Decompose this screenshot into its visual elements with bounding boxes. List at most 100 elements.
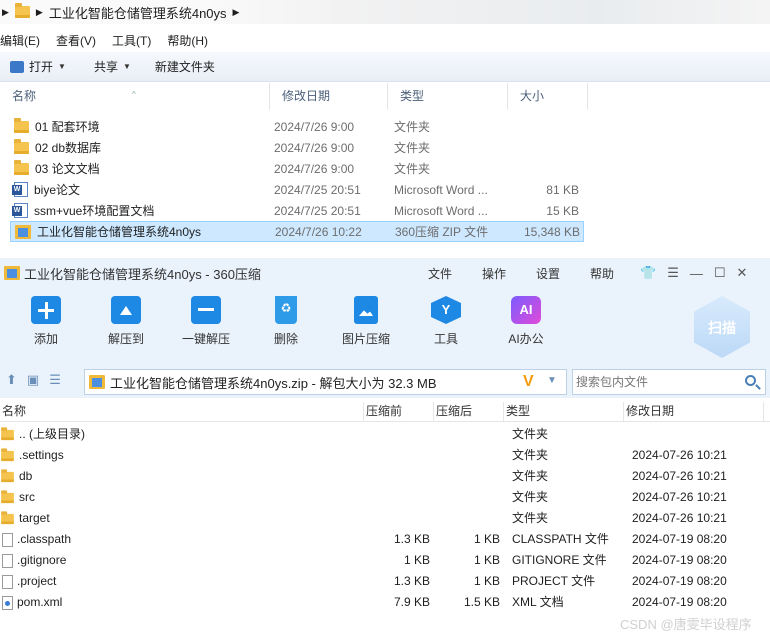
list-item[interactable]: 03 论文文档 2024/7/26 9:00 文件夹 [10, 158, 584, 179]
menu-operate[interactable]: 操作 [480, 265, 534, 282]
list-item-selected[interactable]: 工业化智能仓储管理系统4n0ys 2024/7/26 10:22 360压缩 Z… [10, 221, 584, 242]
item-type: Microsoft Word ... [394, 203, 488, 218]
table-row[interactable]: pom.xml 7.9 KB 1.5 KB XML 文档 2024-07-19 … [0, 592, 770, 613]
item-type: Microsoft Word ... [394, 182, 488, 197]
item-name: 03 论文文档 [35, 162, 100, 176]
list-item[interactable]: 02 db数据库 2024/7/26 9:00 文件夹 [10, 137, 584, 158]
column-type[interactable]: 类型 [388, 83, 508, 110]
entry-name: src [19, 490, 35, 504]
chevron-down-icon: ▼ [58, 62, 66, 71]
entry-after: 1 KB [473, 553, 500, 567]
maximize-button[interactable]: ☐ [714, 265, 726, 281]
item-name: biye论文 [34, 183, 81, 197]
column-before[interactable]: 压缩前 [364, 402, 434, 422]
image-compress-button[interactable]: 图片压缩 [334, 296, 398, 347]
table-row[interactable]: .. (上级目录) 文件夹 [0, 424, 770, 445]
command-bar: 打开 ▼ 共享 ▼ 新建文件夹 [0, 52, 770, 82]
list-item[interactable]: ssm+vue环境配置文档 2024/7/25 20:51 Microsoft … [10, 200, 584, 221]
open-icon [10, 60, 24, 73]
file-icon [2, 532, 13, 547]
archive-path-text: 工业化智能仓储管理系统4n0ys.zip - 解包大小为 32.3 MB [110, 375, 437, 391]
folder-icon [14, 159, 29, 175]
item-type: 文件夹 [394, 120, 431, 134]
share-button[interactable]: 共享 ▼ [84, 58, 141, 75]
archive-path-field[interactable]: 工业化智能仓储管理系统4n0ys.zip - 解包大小为 32.3 MB V ▼ [84, 369, 567, 395]
address-bar[interactable]: ▶ ▶ 工业化智能仓储管理系统4n0ys ▶ [0, 0, 770, 24]
close-button[interactable]: ✕ [737, 265, 748, 281]
table-row[interactable]: target 文件夹 2024-07-26 10:21 [0, 508, 770, 529]
folder-icon [14, 3, 30, 18]
add-button[interactable]: 添加 [14, 296, 78, 347]
menu-bar: 编辑(E) 查看(V) 工具(T) 帮助(H) [0, 30, 770, 50]
menu-file[interactable]: 文件 [426, 265, 480, 282]
item-size: 81 KB [546, 182, 579, 197]
entry-name: db [19, 469, 33, 483]
tools-button[interactable]: 工具 [414, 296, 478, 347]
ai-office-button[interactable]: AI办公 [494, 296, 558, 347]
column-size-label: 大小 [520, 89, 545, 103]
entry-after: 1 KB [473, 574, 500, 588]
item-type: 文件夹 [394, 141, 431, 155]
table-row[interactable]: .settings 文件夹 2024-07-26 10:21 [0, 445, 770, 466]
zip-icon [89, 375, 105, 389]
menu-settings[interactable]: 设置 [534, 265, 588, 282]
item-type: 360压缩 ZIP 文件 [395, 225, 489, 239]
list-view-icon[interactable]: ☰ [49, 372, 61, 388]
open-button[interactable]: 打开 ▼ [0, 58, 76, 75]
table-row[interactable]: src 文件夹 2024-07-26 10:21 [0, 487, 770, 508]
thumbnail-view-icon[interactable]: ▣ [27, 372, 39, 388]
menu-edit[interactable]: 编辑(E) [0, 32, 48, 49]
search-input[interactable]: 搜索包内文件 [572, 369, 766, 395]
share-label: 共享 [93, 60, 118, 74]
v-logo-icon[interactable]: V [523, 373, 534, 391]
breadcrumb-arrow-icon[interactable]: ▶ [36, 7, 43, 18]
entry-name: .project [17, 574, 57, 588]
delete-icon [275, 296, 297, 324]
column-type[interactable]: 类型 [504, 402, 624, 422]
list-item[interactable]: biye论文 2024/7/25 20:51 Microsoft Word ..… [10, 179, 584, 200]
zip360-window: 工业化智能仓储管理系统4n0ys - 360压缩 文件 操作 设置 帮助 👕 ☰… [0, 258, 770, 638]
item-name: 工业化智能仓储管理系统4n0ys [37, 225, 202, 239]
title-menu: 文件 操作 设置 帮助 [426, 258, 642, 288]
menu-view[interactable]: 查看(V) [48, 32, 104, 49]
menu-tools[interactable]: 工具(T) [104, 32, 159, 49]
entry-type: CLASSPATH 文件 [512, 532, 609, 546]
breadcrumb-arrow-icon[interactable]: ▶ [233, 7, 240, 18]
new-folder-button[interactable]: 新建文件夹 [145, 58, 225, 75]
message-icon[interactable]: ☰ [667, 265, 679, 281]
entry-name: target [19, 511, 50, 525]
archive-column-header: 名称 压缩前 压缩后 类型 修改日期 [0, 402, 770, 422]
menu-help[interactable]: 帮助(H) [159, 32, 216, 49]
folder-icon [1, 468, 14, 482]
extract-to-label: 解压到 [107, 332, 144, 346]
column-name-label: 名称 [12, 89, 37, 103]
entry-modified: 2024-07-26 10:21 [632, 511, 727, 525]
chevron-down-icon[interactable]: ▼ [547, 375, 557, 386]
list-item[interactable]: 01 配套环境 2024/7/26 9:00 文件夹 [10, 116, 584, 137]
delete-button[interactable]: 删除 [254, 296, 318, 347]
minimize-button[interactable]: — [690, 266, 703, 281]
search-icon[interactable] [745, 375, 756, 386]
item-modified: 2024/7/26 9:00 [274, 119, 355, 134]
breadcrumb-arrow-icon[interactable]: ▶ [2, 7, 9, 18]
column-modified[interactable]: 修改日期 [624, 402, 764, 422]
word-doc-icon [12, 182, 28, 197]
table-row[interactable]: .gitignore 1 KB 1 KB GITIGNORE 文件 2024-0… [0, 550, 770, 571]
up-arrow-icon[interactable]: ⬆ [6, 372, 17, 388]
table-row[interactable]: .project 1.3 KB 1 KB PROJECT 文件 2024-07-… [0, 571, 770, 592]
entry-modified: 2024-07-19 08:20 [632, 595, 727, 609]
column-name[interactable]: 名称 ^ [0, 83, 270, 110]
column-modified[interactable]: 修改日期 [270, 83, 388, 110]
shirt-icon[interactable]: 👕 [640, 265, 656, 281]
column-size[interactable]: 大小 [508, 83, 588, 110]
extract-to-button[interactable]: 解压到 [94, 296, 158, 347]
breadcrumb-current[interactable]: 工业化智能仓储管理系统4n0ys [49, 3, 227, 22]
column-name[interactable]: 名称 [0, 402, 364, 422]
table-row[interactable]: db 文件夹 2024-07-26 10:21 [0, 466, 770, 487]
tools-icon [431, 296, 461, 324]
menu-help[interactable]: 帮助 [588, 265, 642, 282]
column-after[interactable]: 压缩后 [434, 402, 504, 422]
table-row[interactable]: .classpath 1.3 KB 1 KB CLASSPATH 文件 2024… [0, 529, 770, 550]
one-click-extract-button[interactable]: 一键解压 [174, 296, 238, 347]
watermark: CSDN @唐雯毕设程序 [620, 617, 752, 632]
